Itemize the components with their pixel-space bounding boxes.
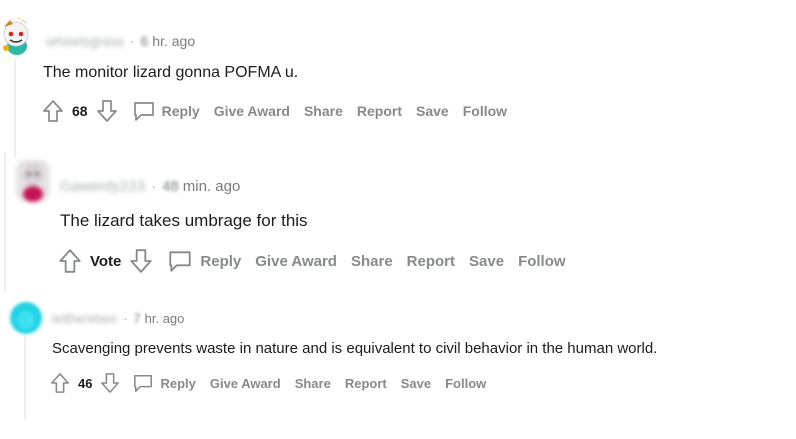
timestamp-value: 6 [140, 33, 149, 49]
reply-button[interactable]: Reply [132, 373, 196, 393]
follow-button[interactable]: Follow [518, 253, 566, 270]
timestamp[interactable]: hr. ago [152, 33, 195, 49]
reply-button[interactable]: Reply [132, 100, 200, 122]
vote-label: Vote [90, 252, 122, 270]
comment-body: The lizard takes umbrage for this [60, 211, 308, 230]
save-button[interactable]: Save [416, 103, 449, 119]
vote-score: 68 [72, 103, 88, 119]
comment-bubble-icon [133, 102, 154, 121]
username[interactable]: Gawerdy223 [60, 178, 145, 195]
comment-actions: 68 Reply Give Award Share Report Save Fo… [42, 99, 521, 123]
comment-meta: Gawerdy223 · 48 min. ago [60, 178, 240, 195]
report-button[interactable]: Report [345, 376, 387, 391]
share-button[interactable]: Share [351, 253, 393, 270]
timestamp[interactable]: min. ago [183, 178, 241, 195]
vote-score: 46 [78, 375, 93, 391]
timestamp-value: 7 [133, 311, 141, 326]
timestamp-value: 48 [162, 178, 179, 195]
give-award-button[interactable]: Give Award [255, 253, 337, 270]
downvote-icon[interactable] [96, 99, 118, 123]
share-button[interactable]: Share [295, 376, 331, 391]
give-award-button[interactable]: Give Award [210, 376, 281, 391]
comment-meta: wheelsgrass · 6 hr. ago [46, 33, 195, 49]
meta-separator: · [151, 178, 157, 195]
comment: wheelsgrass · 6 hr. ago The monitor liza… [0, 0, 796, 150]
give-award-button[interactable]: Give Award [214, 103, 290, 119]
follow-button[interactable]: Follow [445, 376, 486, 391]
comment-bubble-icon [169, 251, 192, 272]
comment-meta: lettherebee · 7 hr. ago [52, 311, 184, 326]
report-button[interactable]: Report [407, 253, 455, 270]
comment-bubble-icon [134, 374, 153, 392]
username[interactable]: wheelsgrass [46, 33, 124, 49]
avatar[interactable] [0, 10, 34, 56]
follow-button[interactable]: Follow [463, 103, 507, 119]
reply-label: Reply [160, 375, 196, 391]
share-button[interactable]: Share [304, 103, 343, 119]
user-avatar-icon [11, 303, 41, 333]
user-avatar-icon [22, 163, 44, 202]
upvote-icon[interactable] [58, 248, 82, 274]
reply-label: Reply [161, 103, 200, 119]
meta-separator: · [129, 33, 135, 49]
comment-body: Scavenging prevents waste in nature and … [52, 340, 658, 357]
comment-body: The monitor lizard gonna POFMA u. [43, 64, 299, 81]
timestamp[interactable]: hr. ago [145, 311, 185, 326]
username[interactable]: lettherebee [52, 311, 117, 326]
downvote-icon[interactable] [100, 372, 120, 394]
snoo-avatar-icon [3, 18, 29, 55]
save-button[interactable]: Save [469, 253, 504, 270]
upvote-icon[interactable] [50, 372, 70, 394]
avatar[interactable] [10, 302, 42, 334]
reply-label: Reply [200, 252, 242, 270]
report-button[interactable]: Report [357, 103, 402, 119]
comment-actions: Vote Reply Give Award Share Report Save … [58, 248, 580, 274]
save-button[interactable]: Save [401, 376, 431, 391]
avatar[interactable] [16, 160, 50, 202]
upvote-icon[interactable] [42, 99, 64, 123]
downvote-icon[interactable] [129, 248, 153, 274]
comment: lettherebee · 7 hr. ago Scavenging preve… [0, 290, 796, 439]
reply-button[interactable]: Reply [167, 249, 241, 273]
comment: Gawerdy223 · 48 min. ago The lizard take… [0, 150, 796, 290]
comment-actions: 46 Reply Give Award Share Report Save Fo… [50, 372, 500, 394]
meta-separator: · [123, 311, 128, 326]
